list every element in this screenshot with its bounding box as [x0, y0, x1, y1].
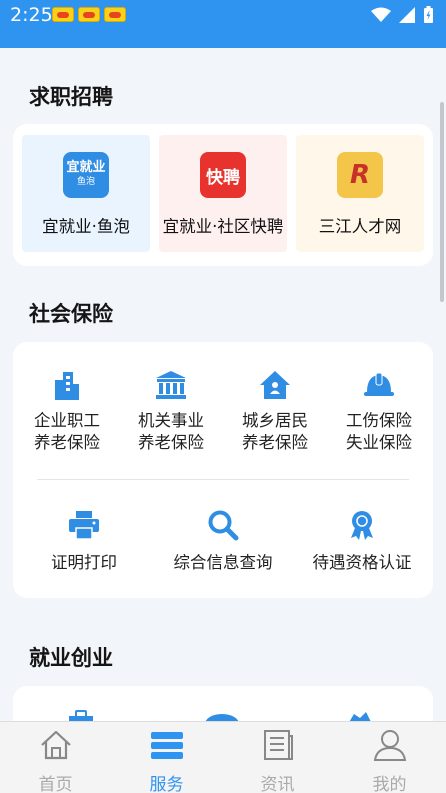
main-content[interactable]: 求职招聘 宜就业 鱼泡 宜就业·鱼泡 快聘 宜就业·社区快聘 R 三江人才网 社… — [0, 48, 446, 721]
printer-icon — [67, 508, 101, 542]
sanjiang-logo-icon: R — [337, 152, 383, 198]
briefcase-icon — [69, 710, 93, 721]
tab-profile[interactable]: 我的 — [334, 722, 445, 793]
helmet-icon — [362, 368, 396, 402]
award-icon — [345, 508, 379, 542]
status-time: 2:25 — [10, 4, 53, 26]
tab-service[interactable]: 服务 — [111, 722, 222, 793]
insurance-card: 企业职工 养老保险 机关事业 养老保险 城乡居民 养老保险 工伤保险 失业保险 证 — [13, 342, 433, 598]
section-title-jobs: 求职招聘 — [29, 85, 113, 109]
kuaipin-logo-icon: 快聘 — [200, 152, 246, 198]
search-icon — [206, 508, 240, 542]
insurance-item-query[interactable]: 综合信息查询 — [156, 508, 290, 574]
notification-icon — [104, 7, 126, 22]
tab-home[interactable]: 首页 — [0, 722, 111, 793]
notification-icon — [78, 7, 100, 22]
building-icon — [50, 368, 84, 402]
job-tile-yujiuye[interactable]: 宜就业 鱼泡 宜就业·鱼泡 — [22, 135, 150, 252]
yujiuye-logo-icon: 宜就业 鱼泡 — [63, 152, 109, 198]
job-tile-label: 宜就业·鱼泡 — [42, 217, 130, 236]
bank-icon — [154, 368, 188, 402]
battery-icon — [424, 6, 433, 23]
handshake-icon — [349, 712, 371, 721]
tab-label: 资讯 — [260, 775, 295, 793]
job-tile-label: 三江人才网 — [318, 217, 402, 236]
signal-icon — [399, 7, 415, 23]
status-bar: 2:25 — [0, 0, 446, 48]
insurance-item-injury[interactable]: 工伤保险 失业保险 — [327, 368, 431, 454]
tab-label: 首页 — [38, 775, 73, 793]
wifi-icon — [371, 7, 391, 22]
employment-card — [13, 686, 433, 721]
job-tile-sanjiang[interactable]: R 三江人才网 — [296, 135, 424, 252]
section-title-insurance: 社会保险 — [29, 302, 113, 326]
section-title-employment: 就业创业 — [29, 646, 113, 670]
insurance-item-print[interactable]: 证明打印 — [32, 508, 136, 574]
insurance-item-certification[interactable]: 待遇资格认证 — [295, 508, 429, 574]
insurance-item-enterprise[interactable]: 企业职工 养老保险 — [15, 368, 119, 454]
job-tile-kuaipin[interactable]: 快聘 宜就业·社区快聘 — [159, 135, 287, 252]
insurance-item-institution[interactable]: 机关事业 养老保险 — [119, 368, 223, 454]
tab-label: 我的 — [372, 775, 407, 793]
job-tile-label: 宜就业·社区快聘 — [162, 217, 284, 236]
divider — [37, 479, 409, 480]
bottom-tab-bar: 首页 服务 资讯 我的 — [0, 721, 446, 793]
notification-icon — [52, 7, 74, 22]
tab-label: 服务 — [149, 775, 184, 793]
insurance-item-residents[interactable]: 城乡居民 养老保险 — [223, 368, 327, 454]
news-icon — [263, 730, 293, 760]
tab-news[interactable]: 资讯 — [222, 722, 333, 793]
scrollbar[interactable] — [440, 102, 444, 302]
list-icon — [150, 732, 183, 759]
jobs-card: 宜就业 鱼泡 宜就业·鱼泡 快聘 宜就业·社区快聘 R 三江人才网 — [13, 124, 433, 266]
home-icon — [258, 368, 292, 402]
user-icon — [373, 730, 406, 761]
chat-icon — [205, 714, 239, 721]
home-icon — [40, 730, 71, 760]
